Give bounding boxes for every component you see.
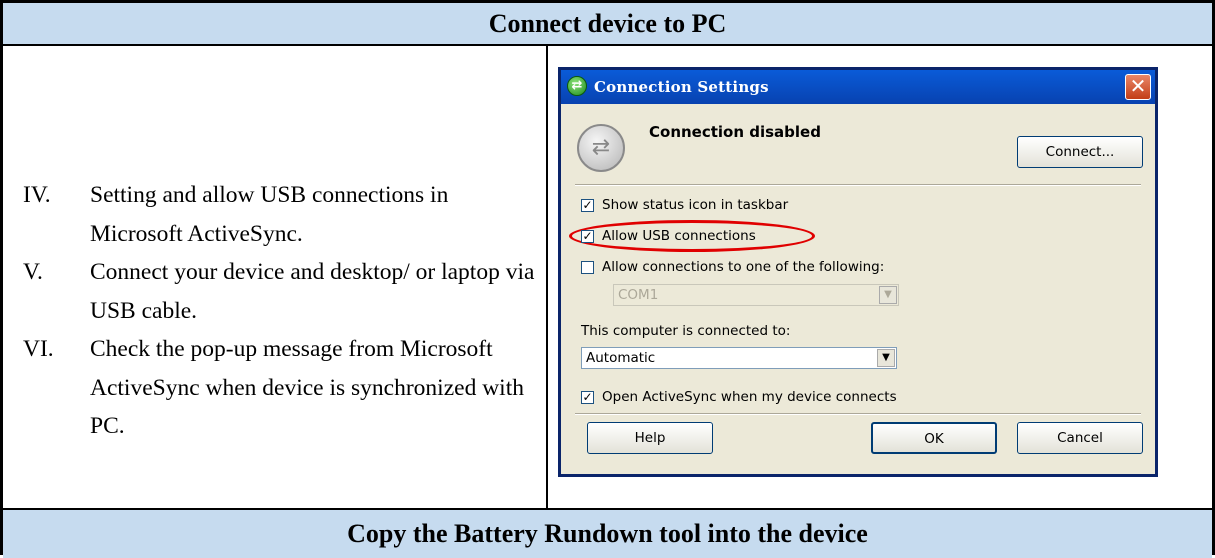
activesync-icon: ⇄ [567, 76, 587, 96]
sync-status-icon: ⇄ [577, 124, 625, 172]
instruction-table: Connect device to PC IV. Setting and all… [0, 0, 1215, 558]
step-item: IV. Setting and allow USB connections in… [23, 176, 543, 253]
allow-connections-label: Allow connections to one of the followin… [602, 259, 885, 275]
step-number: V. [23, 259, 43, 285]
step-item: VI. Check the pop-up message from Micros… [23, 330, 543, 446]
step-text: Setting and allow USB connections in Mic… [90, 182, 449, 247]
step-text: Check the pop-up message from Microsoft … [90, 336, 524, 439]
steps-list: IV. Setting and allow USB connections in… [23, 176, 543, 446]
connected-to-select[interactable]: Automatic ▼ [581, 347, 897, 369]
step-number: VI. [23, 336, 54, 362]
next-section-header: Copy the Battery Rundown tool into the d… [3, 508, 1212, 558]
allow-usb-label: Allow USB connections [602, 228, 756, 244]
show-status-icon-label: Show status icon in taskbar [602, 197, 789, 213]
connection-status: Connection disabled [649, 123, 821, 141]
chevron-down-icon[interactable]: ▼ [879, 286, 897, 304]
steps-cell: IV. Setting and allow USB connections in… [3, 46, 548, 508]
dialog-title: Connection Settings [594, 78, 769, 96]
allow-usb-checkbox[interactable]: ✓ [581, 229, 594, 243]
allow-connections-option[interactable]: Allow connections to one of the followin… [581, 259, 884, 275]
open-activesync-checkbox[interactable]: ✓ [581, 390, 594, 404]
connect-button[interactable]: Connect... [1017, 136, 1143, 168]
connected-to-value: Automatic [586, 350, 656, 366]
show-status-icon-option[interactable]: ✓ Show status icon in taskbar [581, 197, 788, 213]
open-activesync-label: Open ActiveSync when my device connects [602, 389, 897, 405]
step-number: IV. [23, 182, 51, 208]
step-item: V. Connect your device and desktop/ or l… [23, 253, 543, 330]
port-select-value: COM1 [618, 287, 659, 303]
show-status-icon-checkbox[interactable]: ✓ [581, 198, 594, 212]
divider [575, 413, 1141, 415]
chevron-down-icon[interactable]: ▼ [877, 349, 895, 367]
cancel-button[interactable]: Cancel [1017, 422, 1143, 454]
allow-usb-option[interactable]: ✓ Allow USB connections [581, 228, 756, 244]
connection-settings-dialog: ⇄ Connection Settings ✕ ⇄ Connection dis… [558, 67, 1158, 477]
divider [575, 184, 1141, 186]
dialog-titlebar[interactable]: ⇄ Connection Settings ✕ [561, 70, 1155, 104]
open-activesync-option[interactable]: ✓ Open ActiveSync when my device connect… [581, 389, 897, 405]
ok-button[interactable]: OK [871, 422, 997, 454]
connected-to-label: This computer is connected to: [581, 323, 791, 339]
help-button[interactable]: Help [587, 422, 713, 454]
allow-connections-checkbox[interactable] [581, 260, 594, 274]
port-select[interactable]: COM1 ▼ [613, 284, 899, 306]
step-text: Connect your device and desktop/ or lapt… [90, 259, 535, 324]
close-button[interactable]: ✕ [1125, 74, 1151, 100]
section-header: Connect device to PC [3, 3, 1212, 46]
